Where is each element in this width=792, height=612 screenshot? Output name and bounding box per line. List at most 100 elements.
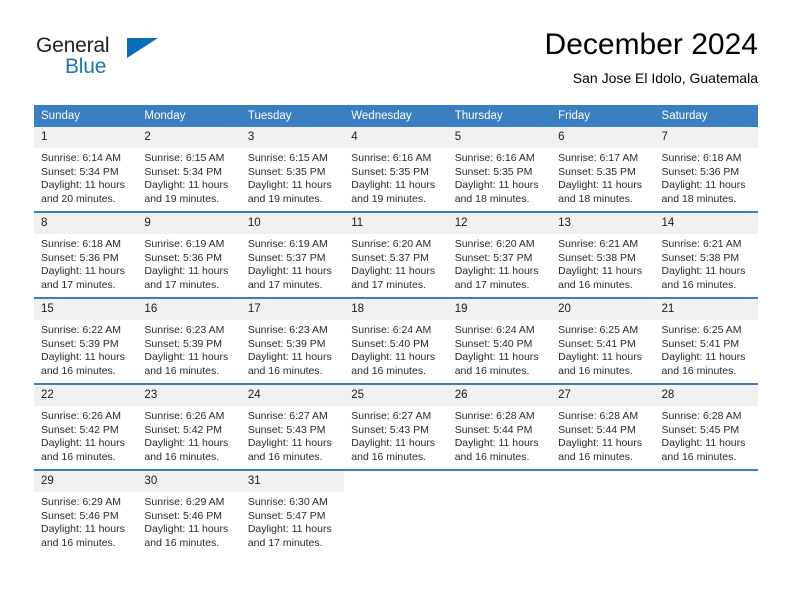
day-cell[interactable]: 12 Sunrise: 6:20 AM Sunset: 5:37 PM Dayligh… xyxy=(447,211,552,298)
sunset-text: Sunset: 5:37 PM xyxy=(454,251,533,264)
day-number: 1 xyxy=(34,127,138,148)
sunrise-text: Sunrise: 6:19 AM xyxy=(144,238,225,250)
day-number: 16 xyxy=(137,299,241,320)
day-number: 5 xyxy=(447,127,552,148)
day-details: Sunrise: 6:17 AM Sunset: 5:35 PM Daylight:… xyxy=(551,148,654,206)
day-cell[interactable]: 25 Sunrise: 6:27 AM Sunset: 5:43 PM Dayligh… xyxy=(344,383,448,470)
day-number: 24 xyxy=(240,385,345,406)
day-details: Sunrise: 6:26 AM Sunset: 5:42 PM Daylight:… xyxy=(34,406,137,464)
day-cell[interactable]: 26 Sunrise: 6:28 AM Sunset: 5:44 PM Dayligh… xyxy=(447,383,552,470)
page-header: General Blue December 2024 San Jose El I… xyxy=(34,28,758,96)
sunset-text: Sunset: 5:38 PM xyxy=(661,251,740,264)
sunset-text: Sunset: 5:39 PM xyxy=(41,337,119,350)
day-number: 18 xyxy=(344,299,448,320)
day-details: Sunrise: 6:18 AM Sunset: 5:36 PM Daylight:… xyxy=(34,234,137,292)
day-cell[interactable]: 9 Sunrise: 6:19 AM Sunset: 5:36 PM Daylight… xyxy=(137,211,241,298)
day-number: 28 xyxy=(654,385,758,406)
day-cell[interactable]: 23 Sunrise: 6:26 AM Sunset: 5:42 PM Dayligh… xyxy=(137,383,241,470)
day-cell-empty xyxy=(344,469,448,555)
daylight-text: Daylight: 11 hours and 20 minutes. xyxy=(41,179,125,205)
daylight-text: Daylight: 11 hours and 16 minutes. xyxy=(661,437,746,463)
day-cell[interactable]: 7 Sunrise: 6:18 AM Sunset: 5:36 PM Daylight… xyxy=(654,127,758,212)
day-cell[interactable]: 28 Sunrise: 6:28 AM Sunset: 5:45 PM Dayligh… xyxy=(654,383,758,470)
sunrise-text: Sunrise: 6:16 AM xyxy=(454,152,535,164)
day-cell[interactable]: 29 Sunrise: 6:29 AM Sunset: 5:46 PM Dayligh… xyxy=(34,469,138,555)
page-title: December 2024 xyxy=(544,28,758,61)
day-cell[interactable]: 30 Sunrise: 6:29 AM Sunset: 5:46 PM Dayligh… xyxy=(137,469,241,555)
day-number: 23 xyxy=(137,385,241,406)
sunrise-text: Sunrise: 6:16 AM xyxy=(351,152,432,164)
sunset-text: Sunset: 5:38 PM xyxy=(558,251,636,264)
day-details: Sunrise: 6:20 AM Sunset: 5:37 PM Daylight:… xyxy=(448,234,551,292)
general-blue-logo[interactable]: General Blue xyxy=(34,34,224,92)
day-cell[interactable]: 20 Sunrise: 6:25 AM Sunset: 5:41 PM Dayligh… xyxy=(551,297,655,384)
daylight-text: Daylight: 11 hours and 19 minutes. xyxy=(144,179,229,205)
daylight-text: Daylight: 11 hours and 19 minutes. xyxy=(247,179,332,205)
day-cell[interactable]: 16 Sunrise: 6:23 AM Sunset: 5:39 PM Dayligh… xyxy=(137,297,241,384)
sunrise-text: Sunrise: 6:29 AM xyxy=(41,496,121,508)
day-cell[interactable]: 5 Sunrise: 6:16 AM Sunset: 5:35 PM Daylight… xyxy=(447,127,552,212)
title-block: December 2024 San Jose El Idolo, Guatema… xyxy=(545,28,758,88)
day-number: 20 xyxy=(551,299,655,320)
daylight-text: Daylight: 11 hours and 16 minutes. xyxy=(41,437,125,463)
day-details: Sunrise: 6:26 AM Sunset: 5:42 PM Daylight:… xyxy=(137,406,240,464)
day-number: 10 xyxy=(240,213,345,234)
sunrise-text: Sunrise: 6:18 AM xyxy=(661,152,742,164)
day-cell[interactable]: 17 Sunrise: 6:23 AM Sunset: 5:39 PM Dayligh… xyxy=(240,297,345,384)
day-details: Sunrise: 6:25 AM Sunset: 5:41 PM Daylight:… xyxy=(655,320,758,378)
daylight-text: Daylight: 11 hours and 16 minutes. xyxy=(661,265,746,291)
day-cell[interactable]: 3 Sunrise: 6:15 AM Sunset: 5:35 PM Daylight… xyxy=(240,127,345,212)
day-number xyxy=(654,471,758,492)
day-details: Sunrise: 6:24 AM Sunset: 5:40 PM Daylight:… xyxy=(448,320,551,378)
day-cell[interactable]: 27 Sunrise: 6:28 AM Sunset: 5:44 PM Dayligh… xyxy=(551,383,655,470)
day-number: 19 xyxy=(447,299,552,320)
day-cell[interactable]: 14 Sunrise: 6:21 AM Sunset: 5:38 PM Dayligh… xyxy=(654,211,758,298)
sunset-text: Sunset: 5:35 PM xyxy=(247,165,326,178)
day-cell-empty xyxy=(447,469,552,555)
sunrise-text: Sunrise: 6:20 AM xyxy=(351,238,432,250)
day-cell[interactable]: 15 Sunrise: 6:22 AM Sunset: 5:39 PM Dayligh… xyxy=(34,297,138,384)
sunset-text: Sunset: 5:41 PM xyxy=(558,337,636,350)
sunset-text: Sunset: 5:40 PM xyxy=(351,337,429,350)
day-cell[interactable]: 8 Sunrise: 6:18 AM Sunset: 5:36 PM Daylight… xyxy=(34,211,138,298)
sunset-text: Sunset: 5:42 PM xyxy=(41,423,119,436)
day-cell[interactable]: 21 Sunrise: 6:25 AM Sunset: 5:41 PM Dayligh… xyxy=(654,297,758,384)
day-cell[interactable]: 2 Sunrise: 6:15 AM Sunset: 5:34 PM Daylight… xyxy=(137,127,241,212)
sunset-text: Sunset: 5:41 PM xyxy=(661,337,740,350)
day-cell[interactable]: 11 Sunrise: 6:20 AM Sunset: 5:37 PM Dayligh… xyxy=(344,211,448,298)
sunset-text: Sunset: 5:44 PM xyxy=(454,423,533,436)
calendar-page: General Blue December 2024 San Jose El I… xyxy=(0,0,792,612)
day-cell[interactable]: 24 Sunrise: 6:27 AM Sunset: 5:43 PM Dayligh… xyxy=(240,383,345,470)
calendar-week-row: 29 Sunrise: 6:29 AM Sunset: 5:46 PM Dayligh… xyxy=(34,469,758,555)
day-cell[interactable]: 19 Sunrise: 6:24 AM Sunset: 5:40 PM Dayligh… xyxy=(447,297,552,384)
day-number: 26 xyxy=(447,385,552,406)
sunset-text: Sunset: 5:37 PM xyxy=(247,251,326,264)
sunrise-text: Sunrise: 6:28 AM xyxy=(661,410,742,422)
daylight-text: Daylight: 11 hours and 16 minutes. xyxy=(247,437,332,463)
day-cell-empty xyxy=(654,469,758,555)
day-details: Sunrise: 6:29 AM Sunset: 5:46 PM Daylight:… xyxy=(137,492,240,550)
sunset-text: Sunset: 5:35 PM xyxy=(454,165,533,178)
weekday-header-monday: Monday xyxy=(137,105,241,127)
day-cell[interactable]: 18 Sunrise: 6:24 AM Sunset: 5:40 PM Dayligh… xyxy=(344,297,448,384)
day-cell[interactable]: 1 Sunrise: 6:14 AM Sunset: 5:34 PM Daylight… xyxy=(34,127,138,212)
day-cell[interactable]: 31 Sunrise: 6:30 AM Sunset: 5:47 PM Dayligh… xyxy=(240,469,345,555)
day-cell[interactable]: 4 Sunrise: 6:16 AM Sunset: 5:35 PM Daylight… xyxy=(344,127,448,212)
sunset-text: Sunset: 5:46 PM xyxy=(144,509,223,522)
daylight-text: Daylight: 11 hours and 16 minutes. xyxy=(558,265,642,291)
day-cell[interactable]: 22 Sunrise: 6:26 AM Sunset: 5:42 PM Dayligh… xyxy=(34,383,138,470)
day-cell[interactable]: 10 Sunrise: 6:19 AM Sunset: 5:37 PM Dayligh… xyxy=(240,211,345,298)
day-cell[interactable]: 6 Sunrise: 6:17 AM Sunset: 5:35 PM Daylight… xyxy=(551,127,655,212)
page-subtitle: San Jose El Idolo, Guatemala xyxy=(572,70,758,86)
day-details: Sunrise: 6:27 AM Sunset: 5:43 PM Daylight:… xyxy=(241,406,344,464)
daylight-text: Daylight: 11 hours and 16 minutes. xyxy=(558,437,642,463)
sunrise-text: Sunrise: 6:15 AM xyxy=(144,152,225,164)
calendar-week-row: 8 Sunrise: 6:18 AM Sunset: 5:36 PM Daylight… xyxy=(34,211,758,298)
sunset-text: Sunset: 5:46 PM xyxy=(41,509,119,522)
sunset-text: Sunset: 5:44 PM xyxy=(558,423,636,436)
calendar-table: Sunday Monday Tuesday Wednesday Thursday… xyxy=(34,105,758,555)
day-details: Sunrise: 6:18 AM Sunset: 5:36 PM Daylight:… xyxy=(655,148,758,206)
sunrise-text: Sunrise: 6:28 AM xyxy=(558,410,639,422)
day-cell[interactable]: 13 Sunrise: 6:21 AM Sunset: 5:38 PM Dayligh… xyxy=(551,211,655,298)
sunrise-text: Sunrise: 6:18 AM xyxy=(41,238,121,250)
